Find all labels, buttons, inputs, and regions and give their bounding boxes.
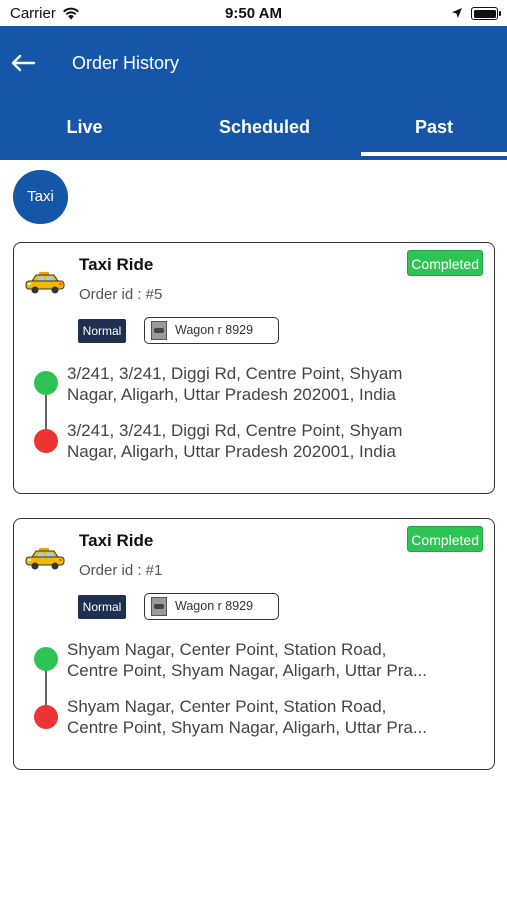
battery-icon <box>471 7 501 20</box>
status-bar: Carrier 9:50 AM <box>0 0 507 26</box>
drop-dot-icon <box>34 429 58 453</box>
drop-dot-icon <box>34 705 58 729</box>
back-arrow-icon[interactable] <box>8 48 38 78</box>
pickup-address: Shyam Nagar, Center Point, Station Road,… <box>67 640 427 680</box>
ride-title: Taxi Ride <box>79 531 154 550</box>
vehicle-name: Wagon r 8929 <box>175 323 254 337</box>
status-badge: Completed <box>407 526 483 552</box>
clock-time: 9:50 AM <box>225 5 282 22</box>
pickup-dot-icon <box>34 371 58 395</box>
order-card[interactable]: Taxi Ride Order id : #1 Completed Normal… <box>13 518 495 770</box>
location-arrow-icon <box>452 8 462 18</box>
tab-live[interactable]: Live <box>0 114 169 154</box>
drop-address: Shyam Nagar, Center Point, Station Road,… <box>67 697 427 737</box>
filter-chip-taxi[interactable]: Taxi <box>13 170 68 224</box>
order-card[interactable]: Taxi Ride Order id : #5 Completed Normal… <box>13 242 495 494</box>
page-title: Order History <box>72 53 180 73</box>
vehicle-thumbnail <box>151 321 167 340</box>
order-id: Order id : #1 <box>79 562 163 579</box>
ride-title: Taxi Ride <box>79 255 154 274</box>
taxi-icon <box>25 548 65 570</box>
app-header: Order History Live Scheduled Past <box>0 26 507 160</box>
tab-scheduled[interactable]: Scheduled <box>180 114 349 154</box>
drop-address: 3/241, 3/241, Diggi Rd, Centre Point, Sh… <box>67 421 403 461</box>
ride-type-badge: Normal <box>78 595 126 619</box>
vehicle-chip: Wagon r 8929 <box>144 317 279 344</box>
active-tab-indicator <box>361 152 507 156</box>
vehicle-name: Wagon r 8929 <box>175 599 254 613</box>
tab-past[interactable]: Past <box>361 114 507 154</box>
status-badge: Completed <box>407 250 483 276</box>
ride-type-badge: Normal <box>78 319 126 343</box>
pickup-dot-icon <box>34 647 58 671</box>
vehicle-thumbnail <box>151 597 167 616</box>
order-id: Order id : #5 <box>79 286 163 303</box>
pickup-address: 3/241, 3/241, Diggi Rd, Centre Point, Sh… <box>67 364 403 404</box>
vehicle-chip: Wagon r 8929 <box>144 593 279 620</box>
taxi-icon <box>25 272 65 294</box>
